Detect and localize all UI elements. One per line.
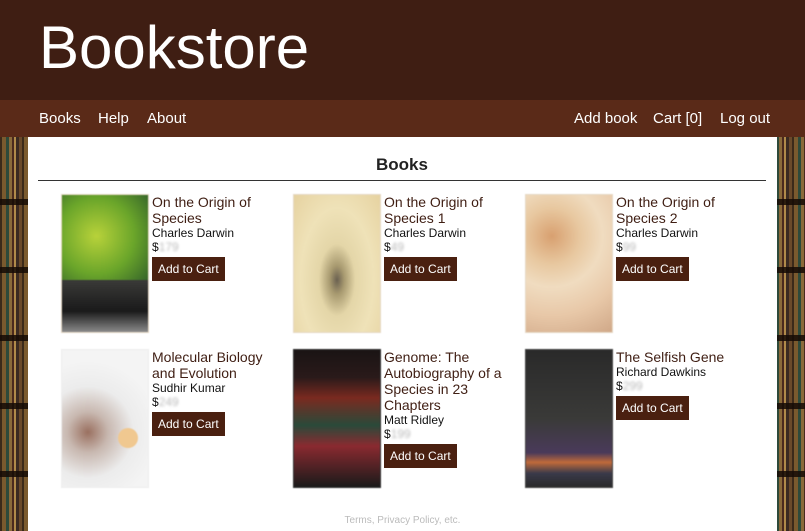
price-currency: $	[152, 240, 159, 254]
title-divider	[38, 180, 766, 181]
book-author: Charles Darwin	[384, 226, 467, 240]
book-price: $179	[152, 240, 282, 254]
site-title: Bookstore	[39, 14, 310, 81]
book-cover-image[interactable]	[293, 194, 381, 333]
book-author: Matt Ridley	[384, 413, 445, 427]
book-price: $299	[616, 379, 746, 393]
book-info: On the Origin of Species Charles Darwin …	[152, 194, 282, 281]
book-info: On the Origin of Species 2 Charles Darwi…	[616, 194, 746, 281]
nav-cart[interactable]: Cart [0]	[653, 110, 702, 128]
price-currency: $	[152, 395, 159, 409]
book-price: $99	[616, 240, 746, 254]
book-info: Genome: The Autobiography of a Species i…	[384, 349, 514, 468]
add-to-cart-button[interactable]: Add to Cart	[384, 444, 457, 468]
book-info: On the Origin of Species 1 Charles Darwi…	[384, 194, 514, 281]
nav-help[interactable]: Help	[98, 110, 129, 128]
price-amount: 49	[390, 240, 405, 254]
book-info: Molecular Biology and Evolution Sudhir K…	[152, 349, 282, 436]
book-price: $199	[384, 427, 514, 441]
price-currency: $	[616, 379, 623, 393]
book-title[interactable]: On the Origin of Species 1	[384, 194, 514, 226]
price-amount: 179	[158, 240, 179, 254]
add-to-cart-button[interactable]: Add to Cart	[152, 257, 225, 281]
content-panel: Books On the Origin of Species Charles D…	[28, 137, 777, 531]
book-title[interactable]: On the Origin of Species	[152, 194, 282, 226]
book-title[interactable]: Molecular Biology and Evolution	[152, 349, 282, 381]
price-currency: $	[384, 240, 391, 254]
nav-books[interactable]: Books	[39, 110, 81, 128]
book-author: Charles Darwin	[616, 226, 699, 240]
add-to-cart-button[interactable]: Add to Cart	[152, 412, 225, 436]
page-title: Books	[376, 155, 428, 174]
book-title[interactable]: The Selfish Gene	[616, 349, 746, 365]
add-to-cart-button[interactable]: Add to Cart	[384, 257, 457, 281]
book-cover-image[interactable]	[525, 194, 613, 333]
book-price: $49	[384, 240, 514, 254]
price-amount: 99	[622, 240, 637, 254]
book-author: Richard Dawkins	[616, 365, 707, 379]
price-amount: 299	[622, 379, 643, 393]
book-title[interactable]: Genome: The Autobiography of a Species i…	[384, 349, 514, 413]
main-nav: Books Help About Add book Cart [0] Log o…	[0, 100, 805, 137]
price-currency: $	[616, 240, 623, 254]
nav-about[interactable]: About	[147, 110, 186, 128]
nav-add-book[interactable]: Add book	[574, 110, 637, 128]
nav-logout[interactable]: Log out	[720, 110, 770, 128]
book-cover-image[interactable]	[61, 194, 149, 333]
book-cover-image[interactable]	[525, 349, 613, 488]
book-author: Charles Darwin	[152, 226, 235, 240]
add-to-cart-button[interactable]: Add to Cart	[616, 396, 689, 420]
price-amount: 249	[158, 395, 179, 409]
price-currency: $	[384, 427, 391, 441]
book-cover-image[interactable]	[293, 349, 381, 488]
site-header: Bookstore	[0, 0, 805, 100]
book-author: Sudhir Kumar	[152, 381, 226, 395]
book-info: The Selfish Gene Richard Dawkins $299 Ad…	[616, 349, 746, 420]
footer-links[interactable]: Terms, Privacy Policy, etc.	[28, 515, 777, 526]
add-to-cart-button[interactable]: Add to Cart	[616, 257, 689, 281]
book-title[interactable]: On the Origin of Species 2	[616, 194, 746, 226]
price-amount: 199	[390, 427, 411, 441]
book-cover-image[interactable]	[61, 349, 149, 488]
book-price: $249	[152, 395, 282, 409]
